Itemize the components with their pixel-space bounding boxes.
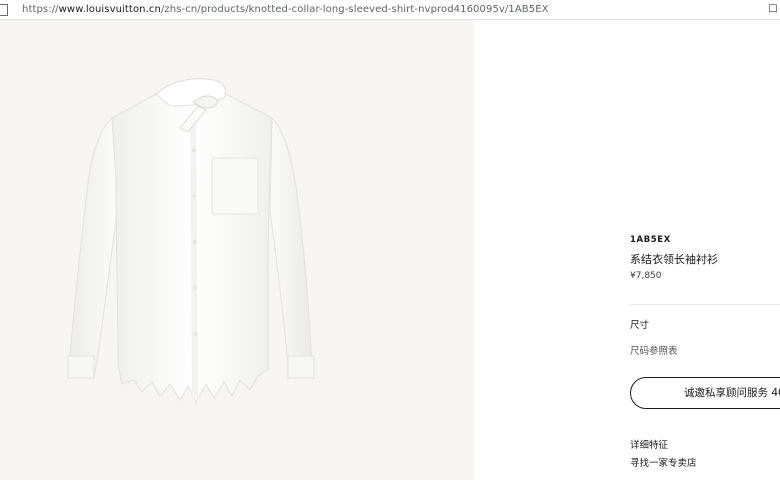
product-details-panel: 1AB5EX 系结衣领长袖衬衫 ¥7,850 尺寸 尺码参照表 诚邀私享顾问服务… xyxy=(474,20,780,480)
product-price: ¥7,850 xyxy=(630,271,662,281)
url-host: www.louisvuitton.cn xyxy=(58,4,161,15)
find-store-link[interactable]: 寻找一家专卖店 xyxy=(630,455,697,469)
shirt-icon xyxy=(67,78,315,404)
page: https://www.louisvuitton.cn/zhs-cn/produ… xyxy=(0,0,780,480)
size-guide-link[interactable]: 尺码参照表 xyxy=(630,343,678,357)
url-path: /zhs-cn/products/knotted-collar-long-sle… xyxy=(160,4,549,15)
size-label: 尺寸 xyxy=(630,320,650,331)
product-image[interactable] xyxy=(0,20,474,480)
divider xyxy=(630,304,780,305)
url-text[interactable]: https://www.louisvuitton.cn/zhs-cn/produ… xyxy=(22,4,549,15)
reader-mode-icon[interactable]: 口+ xyxy=(768,4,780,15)
product-details-link[interactable]: 详细特征 xyxy=(630,437,668,451)
private-consultation-button[interactable]: 诚邀私享顾问服务 400 xyxy=(630,377,780,409)
product-name: 系结衣领长袖衬衫 xyxy=(630,253,718,266)
address-bar[interactable]: https://www.louisvuitton.cn/zhs-cn/produ… xyxy=(0,0,780,20)
page-icon xyxy=(0,3,8,16)
product-sku: 1AB5EX xyxy=(630,235,671,245)
url-prefix: https:// xyxy=(22,4,59,15)
